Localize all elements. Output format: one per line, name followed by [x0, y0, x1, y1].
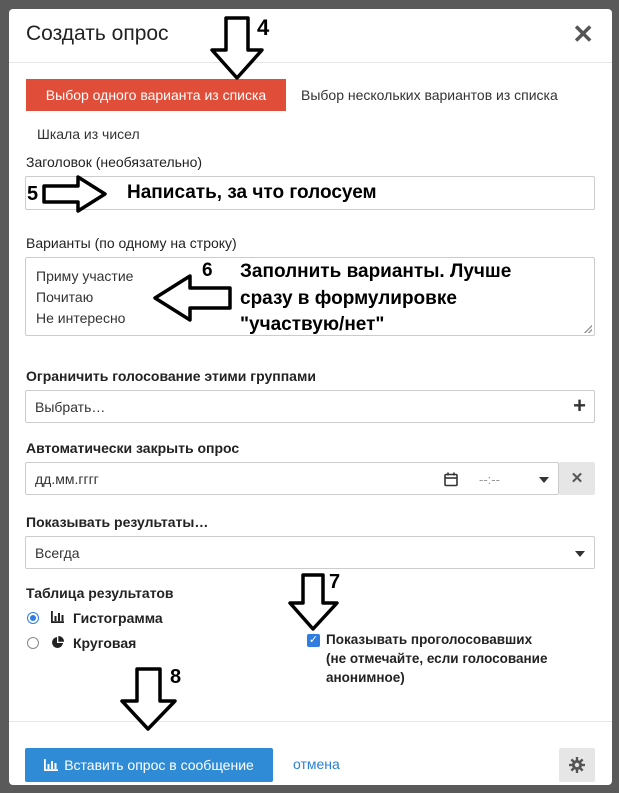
insert-poll-label: Вставить опрос в сообщение [64, 757, 254, 773]
public-voters-checkbox[interactable]: ✓ [307, 634, 320, 647]
resize-handle[interactable] [584, 325, 592, 333]
groups-select[interactable]: Выбрать… + [25, 390, 595, 423]
cancel-link[interactable]: отмена [293, 756, 340, 772]
settings-button[interactable] [559, 748, 595, 782]
dialog-title: Создать опрос [26, 22, 169, 45]
calendar-icon[interactable] [444, 472, 458, 487]
pie-chart-icon [52, 636, 64, 648]
annotation-options-hint-1: Заполнить варианты. Лучше [240, 261, 512, 282]
annotation-number-4: 4 [257, 15, 270, 40]
annotation-number-5: 5 [27, 183, 39, 205]
chart-type-label: Таблица результатов [26, 585, 174, 601]
options-label: Варианты (по одному на строку) [26, 235, 237, 251]
clear-date-button[interactable]: ✕ [559, 462, 595, 495]
pie-label: Круговая [73, 635, 137, 651]
groups-label: Ограничить голосование этими группами [26, 368, 316, 384]
annotation-options-hint-2: сразу в формулировке [240, 288, 457, 309]
tab-multiple-choice[interactable]: Выбор нескольких вариантов из списка [301, 79, 558, 111]
annotation-number-8: 8 [170, 666, 182, 688]
annotation-number-6: 6 [202, 260, 213, 281]
option-line: Приму участие [36, 268, 134, 284]
annotation-options-hint-3: "участвую/нет" [240, 314, 385, 335]
public-voters-label-2: (не отмечайте, если голосование [326, 651, 548, 666]
option-line: Не интересно [36, 310, 126, 326]
bar-chart-icon [44, 759, 59, 771]
dialog-footer: Вставить опрос в сообщение отмена [9, 721, 612, 785]
question-label: Заголовок (необязательно) [26, 154, 203, 170]
arrow-right-icon [42, 175, 107, 213]
results-label: Показывать результаты… [26, 514, 209, 530]
chevron-down-icon [575, 551, 585, 557]
arrow-left-icon [153, 274, 232, 322]
date-input[interactable]: дд.мм.гггг --:-- [25, 462, 559, 495]
date-placeholder: дд.мм.гггг [35, 471, 99, 487]
radio-histogram[interactable] [27, 612, 39, 624]
gear-icon [569, 757, 585, 773]
time-placeholder[interactable]: --:-- [479, 472, 500, 487]
create-poll-dialog: Создать опрос ✕ Выбор одного варианта из… [9, 9, 612, 785]
results-select[interactable]: Всегда [25, 536, 595, 569]
histogram-label: Гистограмма [73, 610, 163, 626]
radio-pie[interactable] [27, 637, 39, 649]
tab-number-scale[interactable]: Шкала из чисел [37, 118, 140, 150]
bar-chart-icon [51, 611, 64, 623]
option-line: Почитаю [36, 289, 94, 305]
autoclose-label: Автоматически закрыть опрос [26, 440, 240, 456]
dialog-header: Создать опрос ✕ [9, 9, 612, 63]
insert-poll-button[interactable]: Вставить опрос в сообщение [25, 748, 273, 782]
public-voters-label-3: анонимное) [326, 670, 405, 685]
annotation-title-hint: Написать, за что голосуем [127, 182, 377, 203]
close-icon[interactable]: ✕ [572, 21, 594, 47]
groups-placeholder: Выбрать… [35, 399, 106, 415]
public-voters-label-1: Показывать проголосовавших [326, 632, 533, 647]
annotation-number-7: 7 [329, 571, 341, 593]
tab-single-choice[interactable]: Выбор одного варианта из списка [26, 79, 286, 111]
chevron-down-icon[interactable] [539, 477, 549, 483]
add-icon[interactable]: + [573, 393, 586, 419]
results-selected: Всегда [35, 545, 80, 561]
